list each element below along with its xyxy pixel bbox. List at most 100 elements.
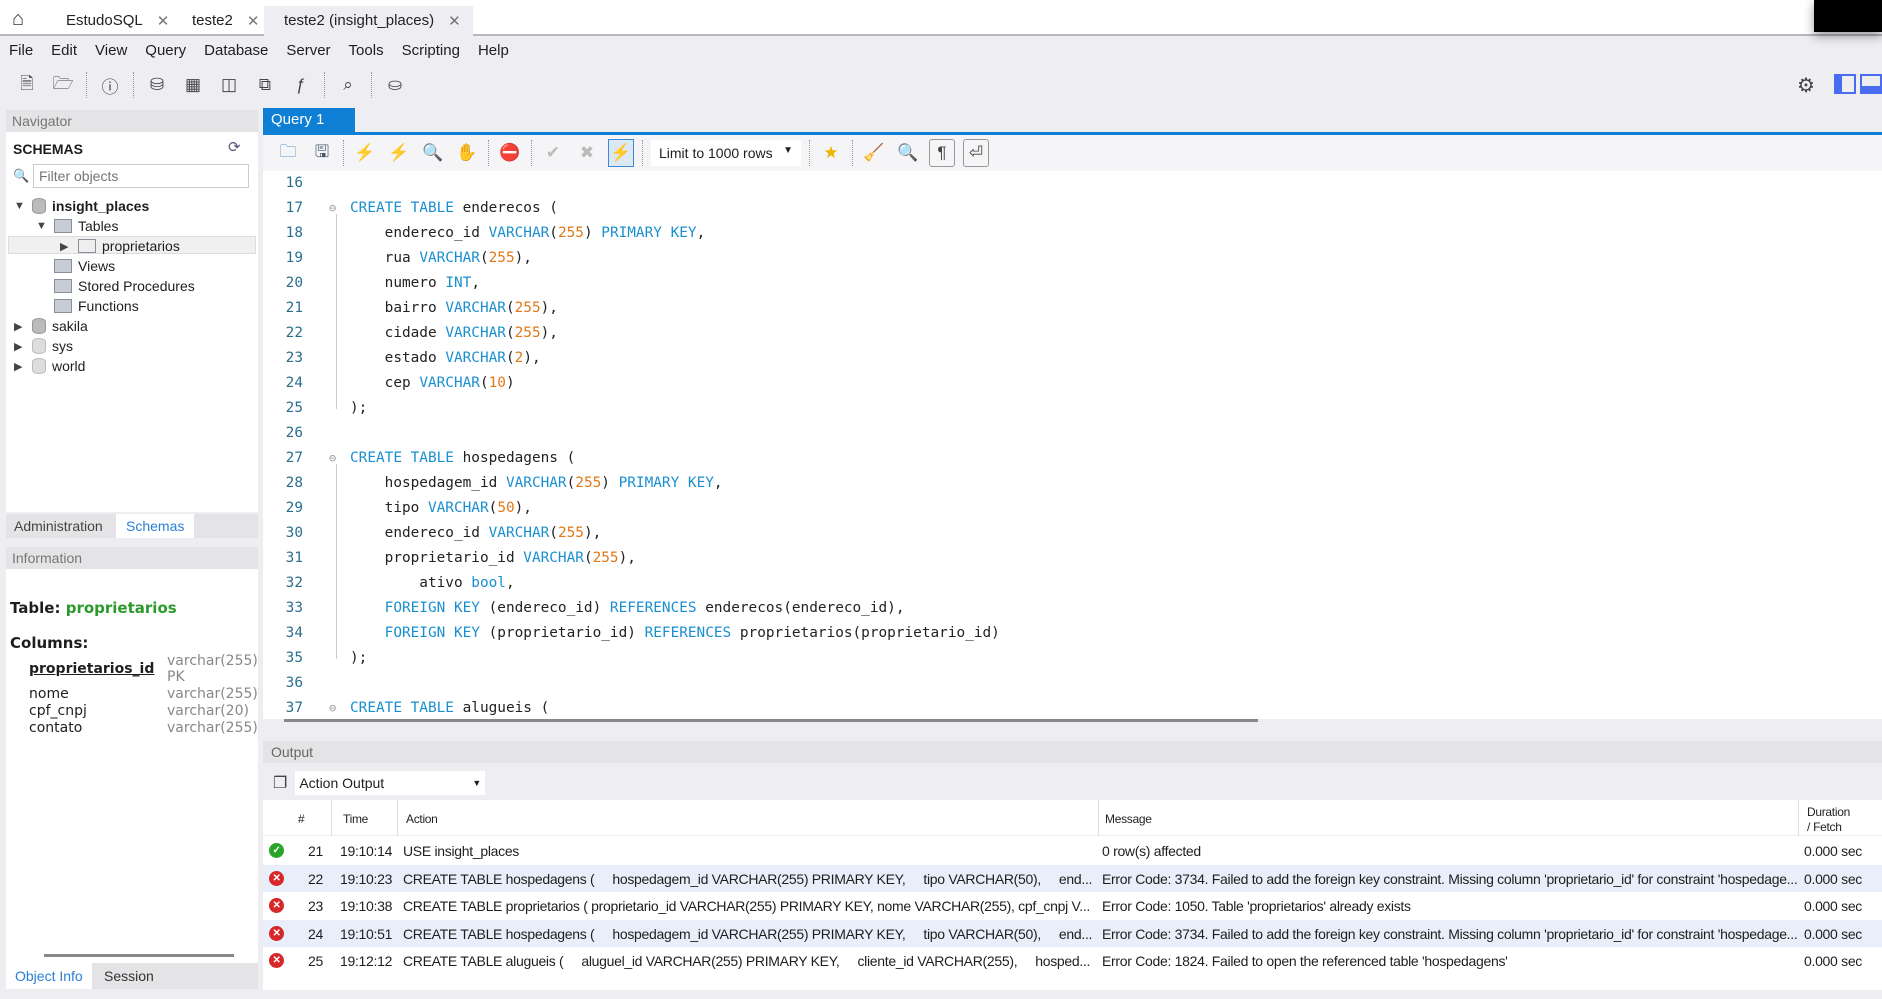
- invisible-chars-icon[interactable]: ¶: [929, 139, 955, 167]
- menu-view[interactable]: View: [86, 38, 136, 64]
- column-name: proprietarios_id: [29, 661, 155, 677]
- explain-icon[interactable]: 🔍: [420, 139, 446, 167]
- tab-object-info[interactable]: Object Info: [6, 963, 92, 989]
- toggle-sidebar-icon[interactable]: [1834, 74, 1856, 94]
- create-function-icon[interactable]: ƒ: [288, 71, 314, 99]
- tree-item-insight-places[interactable]: ▼ insight_places: [14, 198, 149, 214]
- create-schema-icon[interactable]: ⛁: [144, 71, 170, 99]
- identifier: ,: [471, 275, 480, 291]
- fold-toggle-icon[interactable]: ⊖: [329, 451, 336, 465]
- collapsed-icon[interactable]: ▶: [14, 360, 26, 373]
- menu-server[interactable]: Server: [277, 38, 339, 64]
- collapsed-icon[interactable]: ▶: [14, 340, 26, 353]
- menu-scripting[interactable]: Scripting: [393, 38, 469, 64]
- tab-session[interactable]: Session: [104, 968, 154, 984]
- expanded-icon[interactable]: ▼: [36, 220, 48, 232]
- tree-item-world[interactable]: ▶ world: [14, 358, 85, 374]
- line-number: 32: [285, 575, 303, 591]
- beautify-icon[interactable]: 🧹: [861, 139, 887, 167]
- tree-item-stored-procedures[interactable]: Stored Procedures: [54, 278, 195, 294]
- identifier: (: [505, 300, 515, 316]
- tree-item-sys[interactable]: ▶ sys: [14, 338, 73, 354]
- tree-item-tables[interactable]: ▼ Tables: [36, 218, 118, 234]
- header-message[interactable]: Message: [1105, 812, 1152, 826]
- execute-icon[interactable]: ⚡: [352, 139, 378, 167]
- tree-item-proprietarios[interactable]: ▶ proprietarios: [60, 238, 180, 254]
- menu-edit[interactable]: Edit: [42, 38, 86, 64]
- new-sql-tab-icon[interactable]: 🗎: [14, 71, 40, 99]
- search-table-data-icon[interactable]: ⌕: [335, 71, 361, 99]
- settings-icon[interactable]: ⚙: [1793, 71, 1819, 99]
- tree-item-sakila[interactable]: ▶ sakila: [14, 318, 88, 334]
- open-file-icon[interactable]: 🗀: [275, 139, 301, 167]
- file-tab-teste2-insight-places[interactable]: teste2 (insight_places) ✕: [264, 6, 473, 36]
- menu-tools[interactable]: Tools: [340, 38, 393, 64]
- header-duration[interactable]: Duration / Fetch: [1807, 805, 1850, 835]
- menu-file[interactable]: File: [0, 38, 42, 64]
- separator: [343, 140, 344, 166]
- open-sql-script-icon[interactable]: 🗁: [50, 71, 76, 99]
- autocommit-icon[interactable]: ⚡: [608, 139, 634, 167]
- collapsed-icon[interactable]: ▶: [14, 320, 26, 333]
- tab-query-1[interactable]: Query 1 ✕: [263, 108, 355, 144]
- stop-icon[interactable]: ✋: [454, 139, 480, 167]
- divider: [331, 800, 332, 836]
- toggle-output-icon[interactable]: [1860, 74, 1882, 94]
- tree-item-views[interactable]: Views: [54, 258, 115, 274]
- header-time[interactable]: Time: [343, 812, 368, 826]
- inspector-icon[interactable]: ⓘ: [97, 71, 123, 99]
- create-table-icon[interactable]: ▦: [180, 71, 206, 99]
- info-scrollbar[interactable]: [44, 954, 234, 957]
- menu-database[interactable]: Database: [195, 38, 277, 64]
- header-num[interactable]: #: [298, 812, 305, 826]
- close-icon[interactable]: ✕: [247, 12, 260, 36]
- create-view-icon[interactable]: ◫: [216, 71, 242, 99]
- commit-icon[interactable]: ✔: [540, 139, 566, 167]
- toggle-stop-on-error-icon[interactable]: ⛔: [497, 139, 523, 167]
- row-num: 23: [308, 898, 323, 914]
- menu-bar: File Edit View Query Database Server Too…: [0, 38, 518, 64]
- header-action[interactable]: Action: [406, 812, 438, 826]
- output-row[interactable]: ✕ 22 19:10:23 CREATE TABLE hospedagens (…: [263, 864, 1882, 892]
- file-tab-estudosql[interactable]: EstudoSQL ✕: [46, 6, 181, 36]
- refresh-icon[interactable]: ⟳: [228, 138, 241, 156]
- editor-horizontal-scrollbar[interactable]: [284, 719, 1258, 722]
- line-number: 26: [285, 425, 303, 441]
- find-icon[interactable]: 🔍: [895, 139, 921, 167]
- output-row[interactable]: ✕ 23 19:10:38 CREATE TABLE proprietarios…: [263, 892, 1882, 919]
- close-icon[interactable]: ✕: [448, 12, 461, 36]
- sql-editor[interactable]: 16 17 ⊖ CREATE TABLE enderecos (18 endereco…: [263, 171, 1882, 719]
- output-row[interactable]: ✓ 21 19:10:14 USE insight_places 0 row(s…: [263, 837, 1882, 864]
- file-tab-teste2[interactable]: teste2 ✕: [172, 6, 271, 36]
- tree-item-functions[interactable]: Functions: [54, 298, 139, 314]
- output-row[interactable]: ✕ 24 19:10:51 CREATE TABLE hospedagens (…: [263, 919, 1882, 947]
- fold-toggle-icon[interactable]: ⊖: [329, 201, 336, 215]
- output-type-select[interactable]: Action Output ▼: [295, 771, 486, 795]
- create-procedure-icon[interactable]: ⧉: [252, 71, 278, 99]
- home-icon[interactable]: ⌂: [12, 8, 24, 31]
- fold-toggle-icon[interactable]: ⊖: [329, 701, 336, 715]
- identifier: ),: [540, 300, 558, 316]
- output-row[interactable]: ✕ 25 19:12:12 CREATE TABLE alugueis ( al…: [263, 947, 1882, 974]
- menu-query[interactable]: Query: [136, 38, 195, 64]
- reconnect-icon[interactable]: ⛀: [382, 71, 408, 99]
- row-duration: 0.000 sec: [1804, 870, 1863, 887]
- limit-rows-select[interactable]: Limit to 1000 rows ▼: [651, 140, 801, 166]
- collapsed-icon[interactable]: ▶: [60, 240, 72, 253]
- close-icon[interactable]: ✕: [157, 12, 170, 36]
- add-snippet-icon[interactable]: ★: [818, 139, 844, 167]
- word-wrap-icon[interactable]: ⏎: [963, 139, 989, 167]
- code-line: tipo VARCHAR(50),: [350, 500, 532, 516]
- execute-current-icon[interactable]: ⚡: [386, 139, 412, 167]
- keyword: CREATE TABLE: [350, 700, 463, 716]
- tab-schemas[interactable]: Schemas: [116, 514, 195, 538]
- rollback-icon[interactable]: ✖: [574, 139, 600, 167]
- filter-objects-input[interactable]: [33, 164, 249, 188]
- save-icon[interactable]: 🖫: [309, 139, 335, 167]
- expanded-icon[interactable]: ▼: [14, 200, 26, 212]
- menu-help[interactable]: Help: [469, 38, 518, 64]
- row-duration: 0.000 sec: [1804, 925, 1863, 942]
- tab-administration[interactable]: Administration: [14, 518, 103, 534]
- keyword: VARCHAR: [427, 500, 489, 516]
- copy-icon[interactable]: ❐: [273, 773, 287, 793]
